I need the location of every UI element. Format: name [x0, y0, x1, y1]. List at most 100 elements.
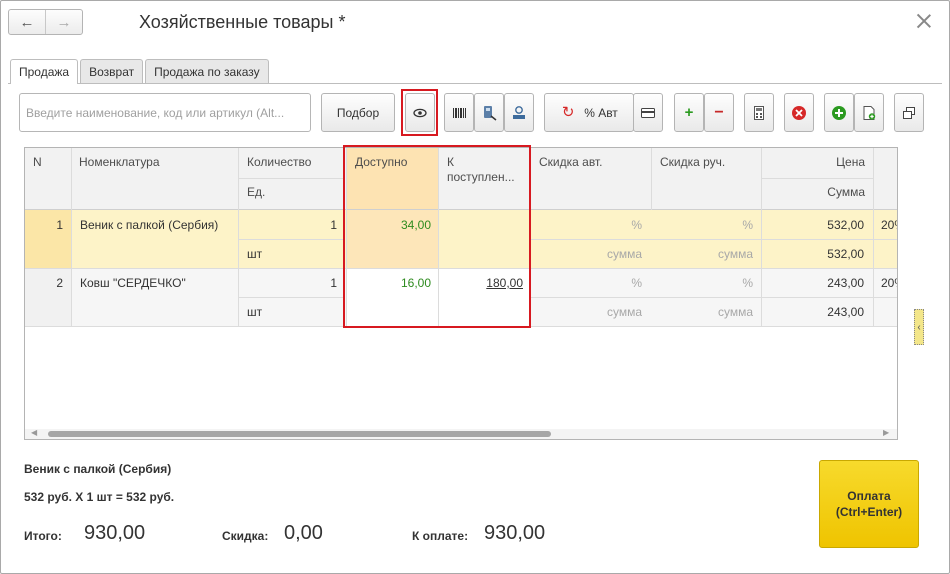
column-line — [438, 148, 439, 326]
column-line — [873, 148, 874, 326]
col-header-qty[interactable]: Количество — [239, 148, 343, 176]
scroll-right-icon[interactable]: ▶ — [883, 428, 889, 437]
tab-sale-by-order[interactable]: Продажа по заказу — [145, 59, 269, 83]
row-2-number: 2 — [56, 276, 63, 290]
row-1-auto-sum: сумма — [606, 247, 642, 261]
col-header-unit[interactable]: Ед. — [239, 178, 343, 206]
new-window-icon — [903, 106, 915, 119]
calculator-button[interactable] — [744, 93, 774, 132]
nav-buttons: ← → — [8, 9, 83, 35]
back-button[interactable]: ← — [9, 10, 45, 34]
row-divider — [531, 239, 897, 240]
column-line — [346, 148, 347, 326]
arrow-left-icon: ← — [19, 13, 35, 31]
row-divider — [531, 297, 897, 298]
card-icon — [641, 107, 655, 118]
row-1-vat: 20% — [881, 218, 897, 232]
row-2-manual-sum[interactable]: сумма — [652, 305, 753, 319]
eye-icon — [413, 108, 427, 117]
row-2-price[interactable]: 243,00 — [762, 276, 864, 290]
col-header-incoming-label: К поступлен... — [447, 155, 515, 184]
column-line — [71, 148, 72, 326]
refresh-icon: ↻ — [561, 104, 575, 121]
row-1-auto-pct: % — [631, 218, 642, 232]
scales-button[interactable] — [504, 93, 534, 132]
scrollbar-thumb[interactable] — [48, 431, 551, 437]
col-header-auto-discount[interactable]: Скидка авт. — [531, 148, 651, 176]
column-line — [761, 148, 762, 326]
row-2-auto-sum: сумма — [606, 305, 642, 319]
calculator-icon — [754, 105, 764, 120]
delete-row-button[interactable]: − — [704, 93, 734, 132]
row-2-available: 16,00 — [400, 276, 431, 290]
chevron-left-icon: ‹ — [917, 321, 921, 333]
data-collection-terminal-button[interactable] — [474, 93, 504, 132]
select-button[interactable]: Подбор — [321, 93, 395, 132]
barcode-button[interactable] — [444, 93, 474, 132]
horizontal-scrollbar[interactable]: ◀ ▶ — [25, 428, 897, 439]
row-1-available: 34,00 — [400, 218, 431, 232]
pay-button-shortcut: (Ctrl+Enter) — [835, 505, 903, 519]
row-1-price[interactable]: 532,00 — [762, 218, 864, 232]
new-check-button[interactable] — [824, 93, 854, 132]
discount-value: 0,00 — [284, 522, 323, 544]
show-availability-button[interactable] — [405, 93, 435, 132]
cancel-check-button[interactable] — [784, 93, 814, 132]
discount-label: Скидка: — [222, 529, 269, 543]
row-2-auto-pct: % — [631, 276, 642, 290]
total-label: Итого: — [24, 529, 62, 543]
row-2-manual-pct[interactable]: % — [652, 276, 753, 290]
row-2-incoming-link[interactable]: 180,00 — [439, 276, 523, 290]
minus-icon: − — [714, 103, 724, 121]
row-2-unit[interactable]: шт — [247, 305, 337, 319]
col-header-incoming[interactable]: К поступлен... — [439, 148, 531, 192]
row-2-item[interactable]: Ковш "СЕРДЕЧКО" — [80, 276, 236, 290]
tab-bar: Продажа Возврат Продажа по заказу — [10, 59, 269, 84]
payment-card-button[interactable] — [633, 93, 663, 132]
row-1-sum: 532,00 — [827, 247, 864, 261]
col-header-price[interactable]: Цена — [762, 148, 873, 176]
row-1-unit[interactable]: шт — [247, 247, 337, 261]
current-product-name: Веник с палкой (Сербия) — [24, 462, 172, 476]
cancel-icon — [792, 105, 806, 120]
close-icon[interactable] — [914, 12, 934, 32]
forward-button[interactable]: → — [45, 10, 82, 34]
to-pay-value: 930,00 — [484, 522, 546, 544]
col-header-sum[interactable]: Сумма — [762, 178, 873, 206]
auto-discount-button[interactable]: ↻ % Авт — [544, 93, 634, 132]
to-pay-label: К оплате: — [412, 529, 469, 543]
row-2-qty[interactable]: 1 — [239, 276, 337, 290]
pay-button-label: Оплата — [847, 489, 891, 503]
current-product-calc: 532 руб. X 1 шт = 532 руб. — [24, 490, 175, 504]
tab-sale[interactable]: Продажа — [10, 59, 79, 84]
goods-table: N Номенклатура Количество Ед. Доступно К… — [24, 147, 898, 440]
add-circle-icon — [832, 105, 846, 120]
col-header-manual-discount[interactable]: Скидка руч. — [652, 148, 762, 176]
col-header-n[interactable]: N — [25, 148, 71, 176]
copy-check-button[interactable] — [854, 93, 884, 132]
scroll-left-icon[interactable]: ◀ — [31, 428, 37, 437]
auto-discount-label: % Авт — [584, 105, 618, 120]
pay-button[interactable]: Оплата (Ctrl+Enter) — [819, 460, 919, 548]
barcode-icon — [453, 107, 466, 118]
header-divider — [239, 178, 343, 179]
col-header-available[interactable]: Доступно — [347, 148, 439, 176]
row-1-qty[interactable]: 1 — [239, 218, 337, 232]
row-2-sum: 243,00 — [827, 305, 864, 319]
open-new-window-button[interactable] — [894, 93, 924, 132]
window-title: Хозяйственные товары * — [139, 12, 346, 32]
row-divider — [239, 239, 343, 240]
col-header-item[interactable]: Номенклатура — [71, 148, 235, 176]
add-row-button[interactable]: + — [674, 93, 704, 132]
tab-return[interactable]: Возврат — [80, 59, 144, 83]
row-1-manual-pct[interactable]: % — [652, 218, 753, 232]
scanner-icon — [484, 105, 497, 121]
column-line — [651, 148, 652, 210]
side-panel-toggle[interactable]: ‹ — [914, 309, 924, 345]
row-1-manual-sum[interactable]: сумма — [652, 247, 753, 261]
column-line — [238, 148, 239, 326]
row-divider — [239, 297, 343, 298]
row-bottom-line — [25, 326, 897, 327]
search-input[interactable]: Введите наименование, код или артикул (A… — [19, 93, 311, 132]
row-1-item[interactable]: Веник с палкой (Сербия) — [80, 218, 236, 232]
